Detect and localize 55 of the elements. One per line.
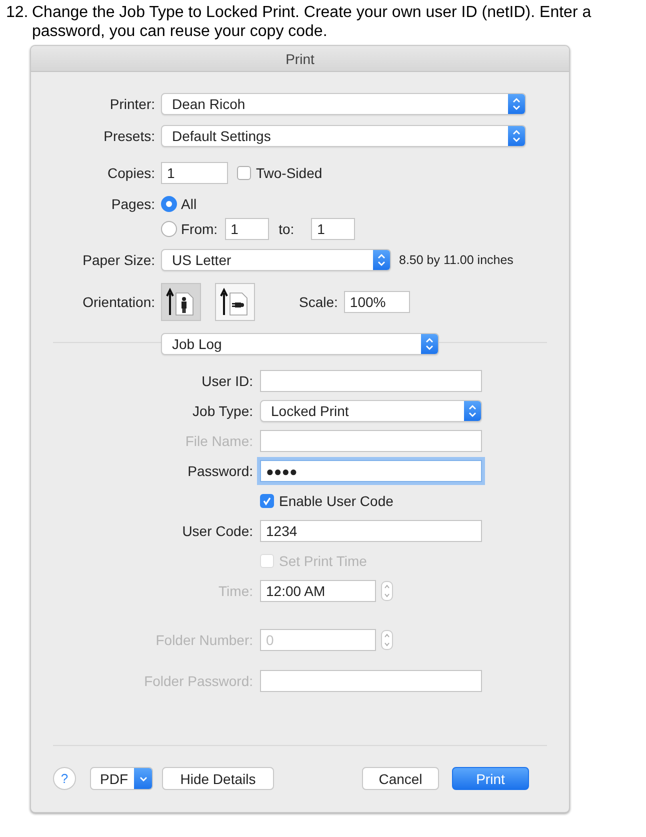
text-field[interactable]: ●●●● xyxy=(260,460,482,482)
field-label: Password: xyxy=(186,463,253,479)
chevron-down-icon xyxy=(138,776,148,782)
field-label: Job Type: xyxy=(192,403,253,419)
chevrons-icon xyxy=(512,97,521,111)
field-label: Paper Size: xyxy=(82,252,155,268)
to-field[interactable]: 1 xyxy=(311,218,356,240)
checkbox-label: Two-Sided xyxy=(256,165,322,181)
landscape-button[interactable] xyxy=(215,283,255,321)
hide-details-button[interactable]: Hide Details xyxy=(162,767,274,790)
checkbox-label: Enable User Code xyxy=(279,493,394,509)
window-title: Print xyxy=(286,50,314,66)
panel-popup[interactable]: Job Log xyxy=(161,333,439,355)
field-label: Folder Password: xyxy=(143,673,253,689)
checkbox[interactable] xyxy=(260,494,274,508)
stepper-arrows-icon[interactable] xyxy=(381,581,393,601)
portrait-button[interactable] xyxy=(161,283,201,321)
field-label: User Code: xyxy=(181,523,253,539)
radio-label: All xyxy=(181,196,197,212)
text-field[interactable]: 1234 xyxy=(260,520,482,542)
chevrons-icon xyxy=(425,337,434,351)
chevrons-icon xyxy=(377,253,386,267)
scale-field[interactable]: 100% xyxy=(344,291,410,313)
field-label: Orientation: xyxy=(82,294,155,310)
job-type-popup[interactable]: Locked Print xyxy=(260,400,482,422)
pdf-menu-button[interactable]: PDF xyxy=(90,767,153,790)
field-label: Presets: xyxy=(102,128,155,144)
paper-size-popup[interactable]: US Letter xyxy=(161,249,391,271)
presets-popup[interactable]: Default Settings xyxy=(161,125,526,147)
chevrons-icon xyxy=(468,404,477,418)
paper-dimensions: 8.50 by 11.00 inches xyxy=(399,253,514,267)
radio-button[interactable] xyxy=(161,221,177,237)
field-label: Time: xyxy=(218,583,253,599)
copies-field[interactable]: 1 xyxy=(161,162,228,184)
stepper-arrows-icon[interactable] xyxy=(381,630,393,650)
from-field[interactable]: 1 xyxy=(224,218,269,240)
field-label: Scale: xyxy=(299,294,338,310)
radio-label: From: xyxy=(181,221,218,237)
text-field[interactable] xyxy=(260,370,482,392)
field-label: User ID: xyxy=(200,373,253,389)
radio-button[interactable] xyxy=(161,196,177,212)
step-number: 12. xyxy=(6,3,30,23)
field-label: Copies: xyxy=(106,165,155,181)
help-button[interactable]: ? xyxy=(53,767,76,790)
printer-popup[interactable]: Dean Ricoh xyxy=(161,93,526,115)
cancel-button[interactable]: Cancel xyxy=(362,767,439,790)
chevrons-icon xyxy=(512,129,521,143)
checkbox[interactable] xyxy=(237,166,251,180)
checkbox-label: Set Print Time xyxy=(279,553,367,569)
field-label: Printer: xyxy=(108,96,155,112)
field-label: Pages: xyxy=(110,196,155,212)
field-label: File Name: xyxy=(184,433,253,449)
field-label: to: xyxy=(278,221,294,237)
instruction-text: Change the Job Type to Locked Print. Create your own user ID (netID). Enter a password, you can reuse your copy code. xyxy=(32,3,592,41)
field-label: Folder Number: xyxy=(154,632,253,648)
